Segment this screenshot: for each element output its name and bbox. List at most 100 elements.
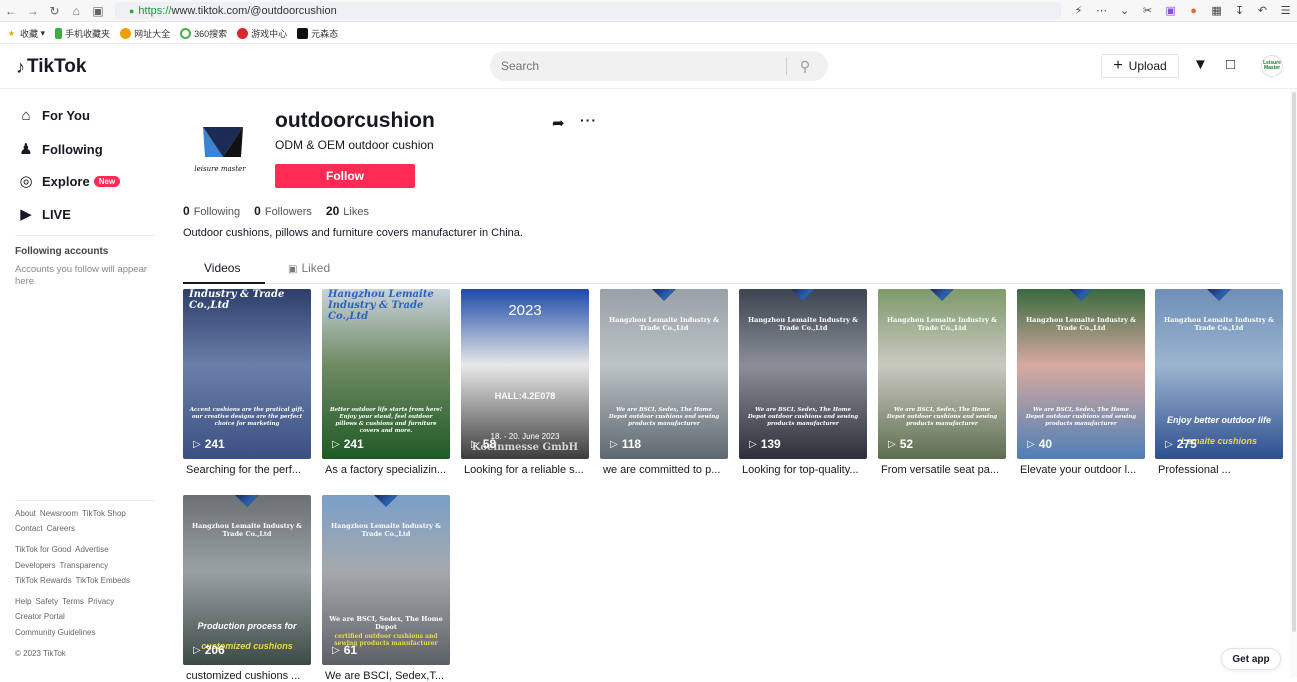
- video-card[interactable]: Hangzhou Lemaite Industry & Trade Co.,Lt…: [322, 495, 450, 682]
- hamburger-icon[interactable]: ☰: [1274, 4, 1297, 17]
- video-thumbnail[interactable]: Hangzhou Lemaite Industry & Trade Co.,Lt…: [600, 289, 728, 459]
- nav-live[interactable]: ▶ LIVE: [16, 205, 71, 223]
- video-card[interactable]: Hangzhou Lemaite Industry & Trade Co.,Lt…: [600, 289, 728, 476]
- inbox-icon[interactable]: □: [1226, 56, 1235, 73]
- video-card[interactable]: Hangzhou Lemaite Industry & Trade Co.,Lt…: [322, 289, 450, 476]
- video-caption[interactable]: We are BSCI, Sedex,T...: [322, 670, 450, 682]
- video-caption[interactable]: From versatile seat pa...: [878, 464, 1006, 476]
- scrollbar-thumb[interactable]: [1292, 92, 1296, 632]
- tiktok-logo[interactable]: ♪ TikTok: [16, 56, 86, 78]
- video-card[interactable]: 2023 HALL:4.2E078 18. - 20. June 2023 Koeln…: [461, 289, 589, 476]
- video-thumbnail[interactable]: Hangzhou Lemaite Industry & Trade Co.,Lt…: [1155, 289, 1283, 459]
- footer-link-about[interactable]: About: [15, 509, 36, 518]
- footer-link-transparency[interactable]: Transparency: [59, 561, 108, 570]
- filter-send-icon[interactable]: ▼: [1193, 56, 1208, 73]
- bolt-icon[interactable]: ⚡: [1067, 4, 1090, 17]
- video-card[interactable]: Industry & Trade Co.,Ltd Accent cushions …: [183, 289, 311, 476]
- address-bar[interactable]: ● https:// www.tiktok.com/@outdoorcushio…: [114, 2, 1062, 19]
- footer-link-tiktok-embeds[interactable]: TikTok Embeds: [76, 576, 130, 585]
- footer-link-help[interactable]: Help: [15, 597, 31, 606]
- bookmark-sites[interactable]: 网址大全: [120, 27, 170, 40]
- video-thumbnail[interactable]: 2023 HALL:4.2E078 18. - 20. June 2023 Koeln…: [461, 289, 589, 459]
- back-icon[interactable]: ←: [0, 0, 22, 22]
- video-thumbnail[interactable]: Hangzhou Lemaite Industry & Trade Co.,Lt…: [322, 495, 450, 665]
- nav-label: Following: [42, 141, 103, 157]
- footer-link-community-guidelines[interactable]: Community Guidelines: [15, 628, 95, 637]
- video-caption[interactable]: Looking for a reliable s...: [461, 464, 589, 476]
- thumbnail-caption: Production process for: [197, 621, 297, 631]
- follow-button[interactable]: Follow: [275, 164, 415, 188]
- video-caption[interactable]: we are committed to p...: [600, 464, 728, 476]
- video-caption[interactable]: Looking for top-quality...: [739, 464, 867, 476]
- bookmark-yuansentai[interactable]: 元森态: [297, 27, 338, 40]
- footer-link-tiktok-rewards[interactable]: TikTok Rewards: [15, 576, 72, 585]
- user-avatar[interactable]: Leisure Master: [1261, 55, 1283, 77]
- chevron-down-icon[interactable]: ⌄: [1113, 4, 1136, 17]
- footer-link-advertise[interactable]: Advertise: [75, 545, 108, 554]
- video-thumbnail[interactable]: Hangzhou Lemaite Industry & Trade Co.,Lt…: [739, 289, 867, 459]
- tab-liked[interactable]: ▣ Liked: [288, 261, 330, 275]
- video-caption[interactable]: Professional ...: [1155, 464, 1283, 476]
- video-caption[interactable]: As a factory specializin...: [322, 464, 450, 476]
- stat-following[interactable]: 0 Following: [183, 204, 240, 218]
- extension-purple-icon[interactable]: ▣: [1159, 4, 1182, 17]
- video-card[interactable]: Hangzhou Lemaite Industry & Trade Co.,Lt…: [878, 289, 1006, 476]
- view-count: ▷ 241: [332, 437, 364, 451]
- download-icon[interactable]: ↧: [1228, 4, 1251, 17]
- share-icon[interactable]: ➦: [552, 114, 565, 132]
- upload-button[interactable]: + Upload: [1101, 54, 1179, 78]
- video-caption[interactable]: Searching for the perf...: [183, 464, 311, 476]
- footer-link-terms[interactable]: Terms: [62, 597, 84, 606]
- nav-explore[interactable]: ◎ Explore New: [16, 172, 121, 190]
- undo-icon[interactable]: ↶: [1251, 4, 1274, 17]
- tab-active-indicator: [183, 282, 265, 284]
- footer-link-careers[interactable]: Careers: [47, 524, 75, 533]
- stat-followers[interactable]: 0 Followers: [254, 204, 312, 218]
- footer-link-creator-portal[interactable]: Creator Portal: [15, 612, 65, 621]
- get-app-button[interactable]: Get app: [1221, 648, 1281, 670]
- bookmark-favorites[interactable]: ★ 收藏 ▾: [6, 27, 45, 40]
- video-card[interactable]: Hangzhou Lemaite Industry & Trade Co.,Lt…: [1017, 289, 1145, 476]
- footer-link-tiktok-shop[interactable]: TikTok Shop: [82, 509, 126, 518]
- video-card[interactable]: Hangzhou Lemaite Industry & Trade Co.,Lt…: [1155, 289, 1283, 476]
- video-thumbnail[interactable]: Hangzhou Lemaite Industry & Trade Co.,Lt…: [322, 289, 450, 459]
- nav-following[interactable]: ♟ Following: [16, 140, 103, 158]
- reload-icon[interactable]: ↻: [44, 0, 66, 22]
- scissors-icon[interactable]: ✂: [1136, 4, 1159, 17]
- apps-icon[interactable]: ▦: [1205, 4, 1228, 17]
- bookmark-games[interactable]: 游戏中心: [237, 27, 287, 40]
- video-thumbnail[interactable]: Hangzhou Lemaite Industry & Trade Co.,Lt…: [878, 289, 1006, 459]
- menu-dots-icon[interactable]: ⋯: [1090, 4, 1113, 17]
- footer-link-safety[interactable]: Safety: [35, 597, 58, 606]
- footer-link-newsroom[interactable]: Newsroom: [40, 509, 78, 518]
- forward-icon[interactable]: →: [22, 0, 44, 22]
- view-count-value: 40: [1038, 437, 1053, 451]
- video-caption[interactable]: Elevate your outdoor l...: [1017, 464, 1145, 476]
- thumbnail-caption: We are BSCI, Sedex, The Home Depot outdo…: [608, 407, 720, 427]
- video-thumbnail[interactable]: Hangzhou Lemaite Industry & Trade Co.,Lt…: [183, 495, 311, 665]
- extension-icon[interactable]: ▣: [87, 0, 109, 22]
- more-options-icon[interactable]: ···: [580, 112, 597, 128]
- video-card[interactable]: Hangzhou Lemaite Industry & Trade Co.,Lt…: [739, 289, 867, 476]
- game-center-icon: [237, 27, 249, 39]
- bookmark-mobile[interactable]: 手机收藏夹: [55, 27, 110, 40]
- tab-videos[interactable]: Videos: [204, 261, 240, 275]
- view-count: ▷ 118: [610, 437, 641, 451]
- nav-for-you[interactable]: ⌂ For You: [16, 107, 89, 124]
- logo-text: TikTok: [27, 56, 87, 77]
- divider: [15, 235, 155, 236]
- video-card[interactable]: Hangzhou Lemaite Industry & Trade Co.,Lt…: [183, 495, 311, 682]
- video-thumbnail[interactable]: Industry & Trade Co.,Ltd Accent cushions …: [183, 289, 311, 459]
- footer-link-privacy[interactable]: Privacy: [88, 597, 114, 606]
- footer-link-contact[interactable]: Contact: [15, 524, 43, 533]
- footer-link-tiktok-for-good[interactable]: TikTok for Good: [15, 545, 71, 554]
- search-input[interactable]: [490, 51, 786, 81]
- video-caption[interactable]: customized cushions ...: [183, 670, 311, 682]
- search-icon[interactable]: ⚲: [787, 58, 823, 75]
- bookmark-360[interactable]: 360搜索: [180, 27, 227, 40]
- video-thumbnail[interactable]: Hangzhou Lemaite Industry & Trade Co.,Lt…: [1017, 289, 1145, 459]
- footer-link-developers[interactable]: Developers: [15, 561, 55, 570]
- stat-value: 0: [183, 204, 190, 218]
- home-browser-icon[interactable]: ⌂: [65, 0, 87, 22]
- game-icon[interactable]: ●: [1182, 5, 1205, 17]
